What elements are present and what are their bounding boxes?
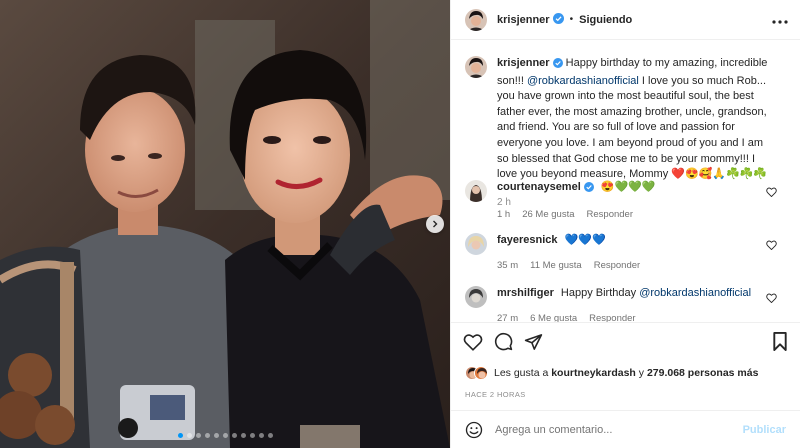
post-photo[interactable] (0, 0, 450, 448)
instagram-post: krisjenner • Siguiendo krisjenner Happy … (0, 0, 800, 448)
like-comment-heart-icon[interactable] (766, 186, 777, 200)
comment-text: Happy Birthday (560, 287, 640, 299)
comment-username[interactable]: fayeresnick (497, 234, 558, 246)
carousel-dot (267, 433, 273, 438)
caption-username[interactable]: krisjenner (497, 57, 550, 69)
like-comment-heart-icon[interactable] (766, 239, 777, 253)
likes-summary: Les gusta a kourtneykardash y 279.068 pe… (451, 360, 800, 386)
more-options-icon[interactable] (768, 13, 788, 27)
chevron-right-icon (433, 220, 438, 228)
liker-avatars (465, 366, 488, 380)
post-time-ago[interactable]: HACE 2 HORAS (451, 386, 800, 410)
comment-username[interactable]: courtenaysemel (497, 181, 581, 193)
photo-illustration (0, 0, 450, 448)
share-paper-plane-icon[interactable] (524, 333, 543, 351)
following-button[interactable]: Siguiendo (579, 14, 632, 26)
comment-time[interactable]: 27 m (497, 311, 518, 322)
comment-meta: 35 m 11 Me gusta Responder (497, 258, 640, 273)
author-avatar[interactable] (465, 8, 487, 31)
comment-time[interactable]: 35 m (497, 258, 518, 273)
carousel-dot (258, 433, 264, 438)
reply-button[interactable]: Responder (594, 258, 640, 273)
emoji-picker-icon[interactable] (465, 421, 483, 439)
commenter-avatar[interactable] (465, 233, 487, 255)
comment-item: fayeresnick 💙💙💙 35 m 11 Me gusta Respond… (465, 233, 785, 273)
carousel-dot (213, 433, 219, 438)
carousel-dot (231, 433, 237, 438)
comment-text: 😍💚💚💚 (600, 181, 656, 193)
next-photo-button[interactable] (426, 215, 444, 233)
comment-username[interactable]: mrshilfiger (497, 287, 554, 299)
caption-body-rest: I love you so much Rob... you have grown… (497, 74, 767, 181)
comment-body: mrshilfiger Happy Birthday @robkardashia… (497, 286, 751, 322)
comment-input[interactable] (495, 423, 743, 436)
caption-avatar[interactable] (465, 56, 487, 78)
post-header: krisjenner • Siguiendo (451, 0, 800, 40)
commenter-avatar[interactable] (465, 286, 487, 308)
verified-badge-icon (552, 58, 563, 74)
publish-button[interactable]: Publicar (743, 424, 786, 436)
comment-item: mrshilfiger Happy Birthday @robkardashia… (465, 286, 785, 322)
carousel-dot (204, 433, 210, 438)
caption-mention-link[interactable]: @robkardashianofficial (527, 75, 639, 87)
likes-text: Les gusta a kourtneykardash y 279.068 pe… (494, 367, 758, 379)
reply-button[interactable]: Responder (589, 311, 635, 322)
carousel-dot (195, 433, 201, 438)
comment-likes[interactable]: 6 Me gusta (530, 311, 577, 322)
comment-likes[interactable]: 26 Me gusta (522, 207, 574, 222)
commenter-avatar[interactable] (465, 180, 487, 202)
comment-bubble-icon[interactable] (494, 332, 513, 351)
side-panel: krisjenner • Siguiendo krisjenner Happy … (450, 0, 800, 448)
comment-body: courtenaysemel 😍💚💚💚 1 h 26 Me gusta Resp… (497, 180, 656, 222)
comment-time[interactable]: 1 h (497, 207, 510, 222)
comment-meta: 27 m 6 Me gusta Responder (497, 311, 751, 322)
liker-avatar[interactable] (474, 366, 488, 380)
comment-mention-link[interactable]: @robkardashianofficial (639, 287, 751, 299)
carousel-indicator (0, 433, 450, 438)
header-separator: • (569, 14, 574, 25)
comment-body: fayeresnick 💙💙💙 35 m 11 Me gusta Respond… (497, 233, 640, 273)
likes-count-link[interactable]: 279.068 personas más (647, 367, 759, 379)
author-username[interactable]: krisjenner (497, 14, 550, 26)
post-actions (451, 322, 800, 360)
like-heart-icon[interactable] (463, 333, 483, 351)
comment-meta: 1 h 26 Me gusta Responder (497, 207, 656, 222)
carousel-dot (186, 433, 192, 438)
likes-middle: y (635, 367, 647, 379)
comment-text: 💙💙💙 (564, 234, 606, 246)
add-comment-bar: Publicar (451, 410, 800, 448)
carousel-dot (177, 433, 183, 438)
like-comment-heart-icon[interactable] (766, 292, 777, 306)
comments-section[interactable]: krisjenner Happy birthday to my amazing,… (451, 40, 800, 322)
save-bookmark-icon[interactable] (772, 332, 788, 351)
verified-badge-icon (583, 182, 594, 197)
comment-item: courtenaysemel 😍💚💚💚 1 h 26 Me gusta Resp… (465, 180, 785, 222)
likes-prefix: Les gusta a (494, 367, 552, 379)
caption-emojis: ❤️😍🥰🙏☘️☘️☘️ (671, 168, 768, 181)
reply-button[interactable]: Responder (587, 207, 633, 222)
carousel-dot (222, 433, 228, 438)
carousel-dot (249, 433, 255, 438)
carousel-dot (240, 433, 246, 438)
comment-likes[interactable]: 11 Me gusta (530, 258, 582, 273)
liker-username-link[interactable]: kourtneykardash (551, 367, 636, 379)
verified-badge-icon (552, 12, 564, 27)
